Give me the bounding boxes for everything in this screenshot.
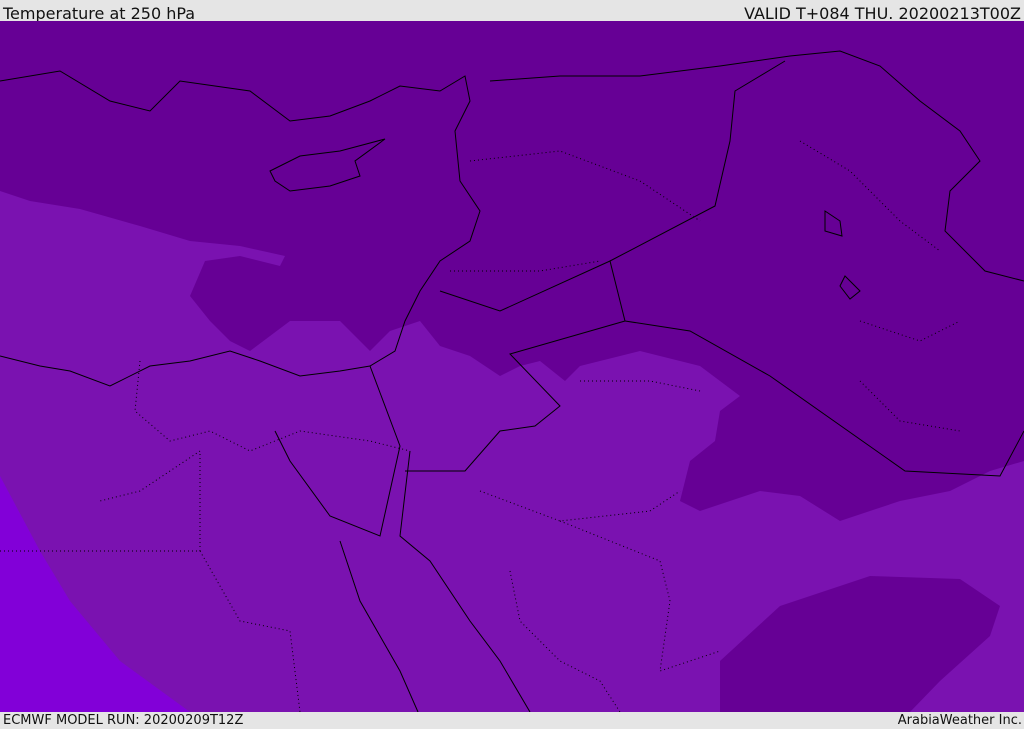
credit: ArabiaWeather Inc. — [897, 713, 1022, 728]
model-run: ECMWF MODEL RUN: 20200209T12Z — [3, 713, 244, 728]
header-bar: Temperature at 250 hPa VALID T+084 THU. … — [0, 0, 1024, 23]
temperature-map[interactable] — [0, 21, 1024, 712]
footer-bar: ECMWF MODEL RUN: 20200209T12Z ArabiaWeat… — [0, 712, 1024, 729]
